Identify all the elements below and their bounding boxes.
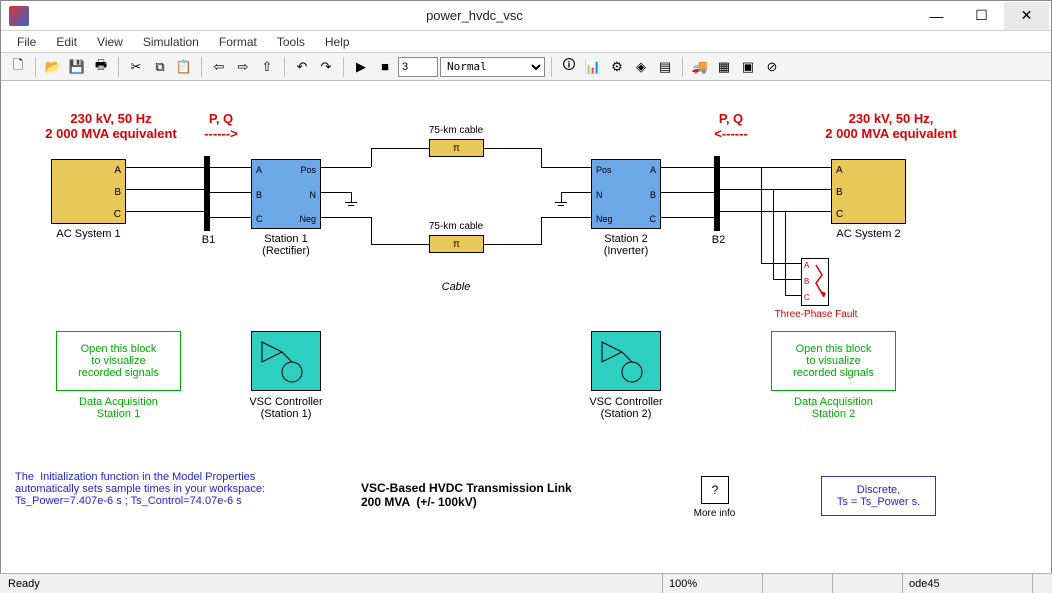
menu-tools[interactable]: Tools [267,33,315,51]
titlebar: power_hvdc_vsc — ☐ ✕ [1,1,1051,31]
block-station-2[interactable]: Pos N Neg A B C [591,159,661,229]
print-icon[interactable]: 🖶 [90,56,112,78]
label-vsc1: VSC Controller (Station 1) [241,396,331,420]
menu-file[interactable]: File [7,33,46,51]
menu-format[interactable]: Format [209,33,267,51]
status-zoom: 100% [662,574,762,593]
status-blank2 [832,574,902,593]
block-vsc-1[interactable] [251,331,321,391]
tool-icon-7[interactable]: ▦ [713,56,735,78]
label-b1: B1 [196,234,221,246]
up-icon[interactable]: ⇧ [256,56,278,78]
label-pq1: P, Q ------> [191,111,251,141]
window-title: power_hvdc_vsc [35,8,914,23]
label-b2: B2 [706,234,731,246]
block-daq-2[interactable]: Open this block to visualize recorded si… [771,331,896,391]
block-cable-top[interactable]: π [429,139,484,157]
status-solver: ode45 [902,574,1032,593]
label-pq2: P, Q <------ [701,111,761,141]
label-ac1: AC System 1 [51,228,126,240]
label-sys2: 230 kV, 50 Hz, 2 000 MVA equivalent [791,111,991,141]
label-moreinfo: More info [687,508,742,519]
port-a: A [114,165,121,176]
app-icon [9,6,29,26]
save-icon[interactable]: 💾 [66,56,88,78]
paste-icon[interactable]: 📋 [173,56,195,78]
label-daq1: Data Acquisition Station 1 [56,396,181,420]
close-button[interactable]: ✕ [1004,2,1049,30]
tool-icon-5[interactable]: ▤ [654,56,676,78]
label-sys1: 230 kV, 50 Hz 2 000 MVA equivalent [21,111,201,141]
redo-icon[interactable]: ↷ [315,56,337,78]
label-fault: Three-Phase Fault [761,309,871,320]
label-vsc2: VSC Controller (Station 2) [581,396,671,420]
note-init: The Initialization function in the Model… [15,471,345,507]
open-icon[interactable]: 📂 [42,56,64,78]
block-ac-system-2[interactable]: A B C [831,159,906,224]
play-icon[interactable]: ▶ [350,56,372,78]
back-icon[interactable]: ⇦ [208,56,230,78]
new-icon[interactable]: 🗋 [7,56,29,78]
minimize-button[interactable]: — [914,2,959,30]
tool-icon-6[interactable]: 🚚 [689,56,711,78]
note-title: VSC-Based HVDC Transmission Link 200 MVA… [361,481,641,509]
undo-icon[interactable]: ↶ [291,56,313,78]
port-b: B [114,187,121,198]
label-cable-mid: Cable [421,281,491,293]
label-ac2: AC System 2 [831,228,906,240]
forward-icon[interactable]: ⇨ [232,56,254,78]
model-canvas[interactable]: 230 kV, 50 Hz 2 000 MVA equivalent P, Q … [1,81,1051,571]
block-station-1[interactable]: A B C Pos N Neg [251,159,321,229]
menubar: File Edit View Simulation Format Tools H… [1,31,1051,53]
mode-select[interactable]: Normal [440,57,545,77]
label-cable-top: 75-km cable [421,125,491,136]
block-vsc-2[interactable] [591,331,661,391]
block-powergui[interactable]: Discrete, Ts = Ts_Power s. [821,476,936,516]
block-ac-system-1[interactable]: A B C [51,159,126,224]
block-fault[interactable]: A B C [801,258,829,306]
window-buttons: — ☐ ✕ [914,2,1049,30]
label-st1: Station 1 (Rectifier) [251,233,321,257]
statusbar: Ready 100% ode45 [0,573,1052,593]
status-ready: Ready [0,574,662,593]
menu-help[interactable]: Help [315,33,360,51]
port-c: C [114,209,121,220]
stop-time-input[interactable] [398,57,438,77]
menu-view[interactable]: View [87,33,133,51]
tool-icon-9[interactable]: ⊘ [761,56,783,78]
block-cable-bot[interactable]: π [429,235,484,253]
maximize-button[interactable]: ☐ [959,2,1004,30]
tool-icon-8[interactable]: ▣ [737,56,759,78]
status-blank1 [762,574,832,593]
tool-icon-1[interactable]: 🛈 [558,56,580,78]
menu-simulation[interactable]: Simulation [133,33,209,51]
tool-icon-3[interactable]: ⚙ [606,56,628,78]
tool-icon-2[interactable]: 📊 [582,56,604,78]
label-st2: Station 2 (Inverter) [591,233,661,257]
stop-icon[interactable]: ■ [374,56,396,78]
block-daq-1[interactable]: Open this block to visualize recorded si… [56,331,181,391]
block-more-info[interactable]: ? [701,476,729,504]
copy-icon[interactable]: ⧉ [149,56,171,78]
toolbar: 🗋 📂 💾 🖶 ✂ ⧉ 📋 ⇦ ⇨ ⇧ ↶ ↷ ▶ ■ Normal 🛈 📊 ⚙… [1,53,1051,81]
resize-grip[interactable] [1032,574,1052,593]
label-daq2: Data Acquisition Station 2 [771,396,896,420]
tool-icon-4[interactable]: ◈ [630,56,652,78]
label-cable-bot: 75-km cable [421,221,491,232]
cut-icon[interactable]: ✂ [125,56,147,78]
menu-edit[interactable]: Edit [46,33,87,51]
